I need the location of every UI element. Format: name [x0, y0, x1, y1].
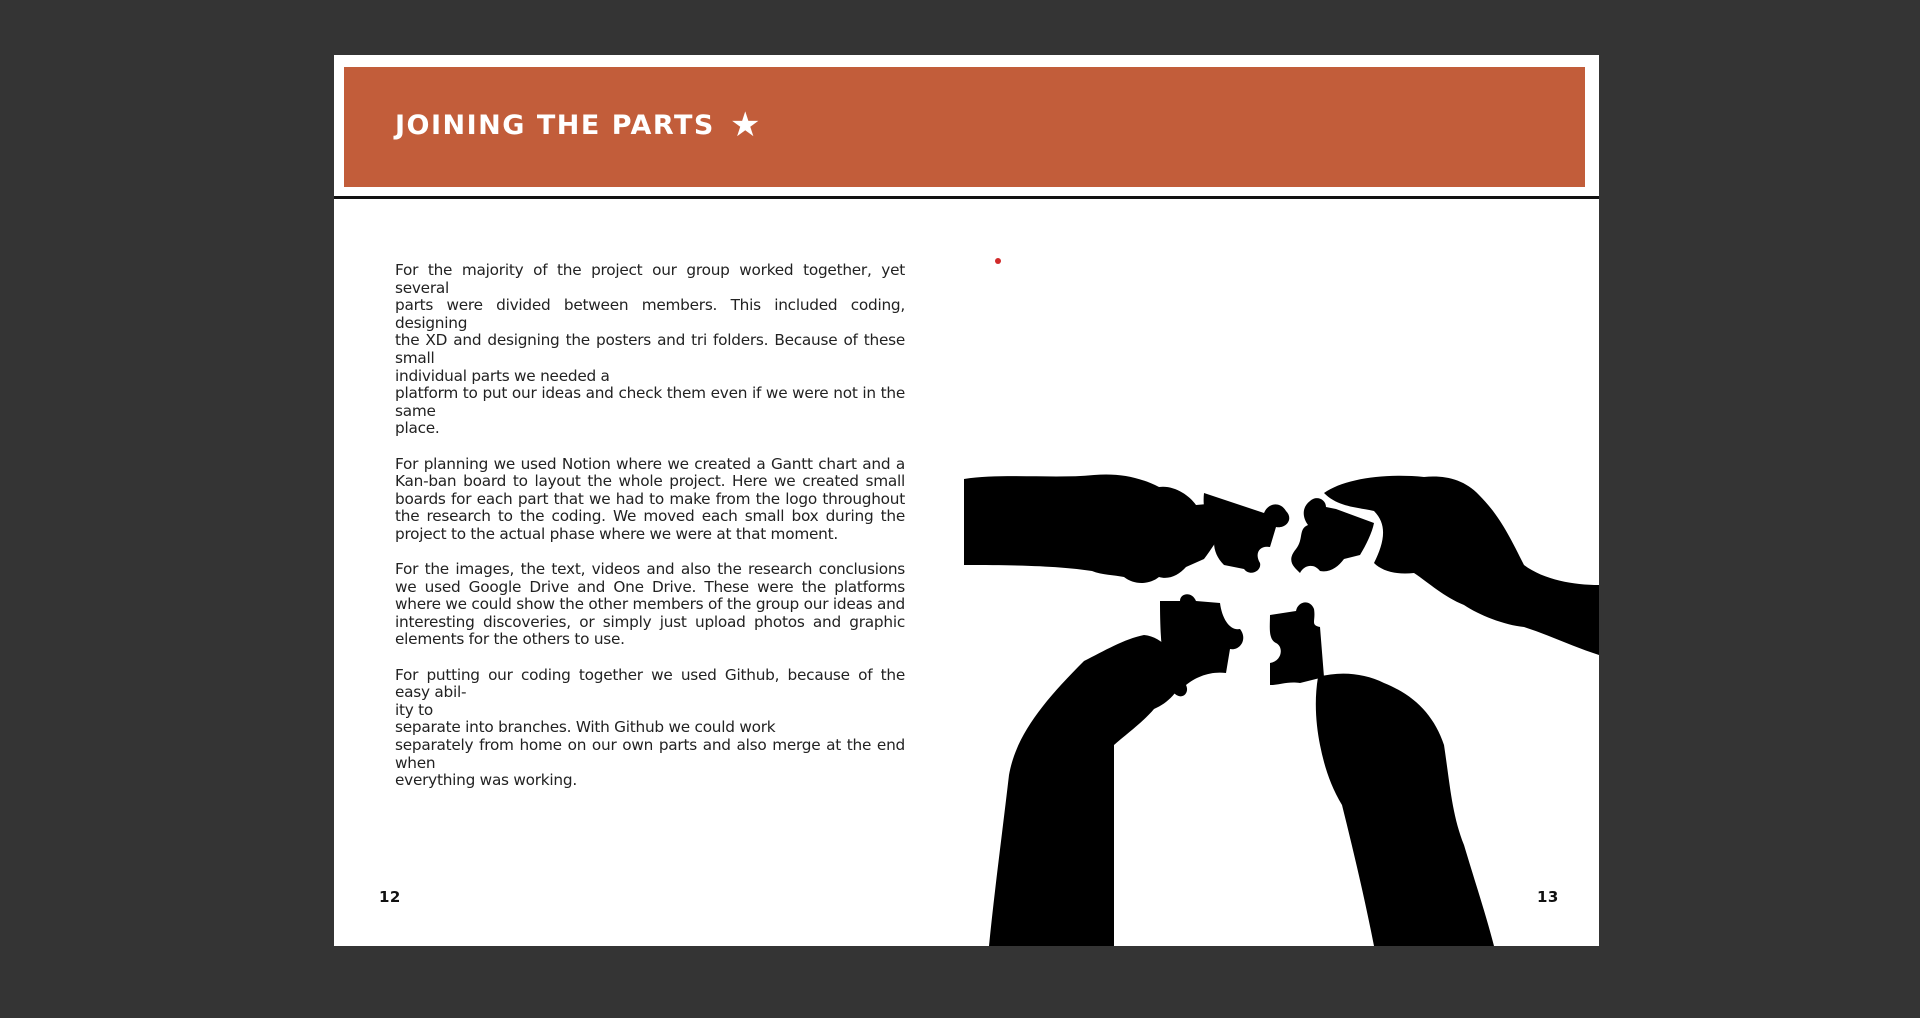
paragraph-2: For planning we used Notion where we cre…	[395, 454, 905, 543]
paragraph-1-line: parts were divided between members. This…	[395, 296, 905, 332]
paragraph-4-line: separately from home on our own parts an…	[395, 736, 905, 772]
puzzle-piece-top-right	[1291, 498, 1374, 573]
body-text: For the majority of the project our grou…	[395, 261, 905, 807]
paragraph-3: For the images, the text, videos and als…	[395, 560, 905, 649]
top-right-hand	[1324, 475, 1599, 655]
paragraph-4-line: ity to	[395, 700, 434, 719]
paragraph-1-line: For the majority of the project our grou…	[395, 261, 905, 297]
paragraph-4-line: For putting our coding together we used …	[395, 665, 905, 702]
paragraph-4-line: everything was working.	[395, 771, 577, 790]
page-title: JOINING THE PARTS	[395, 110, 715, 141]
paragraph-1-line: place.	[395, 419, 440, 438]
star-icon: ★	[730, 105, 761, 145]
paragraph-1-line: individual parts we needed a	[395, 366, 610, 385]
puzzle-hands-illustration	[964, 474, 1599, 946]
paragraph-1-line: the XD and designing the posters and tri…	[395, 331, 905, 367]
page-number-right: 13	[1537, 888, 1559, 906]
header-divider	[334, 196, 1599, 199]
paragraph-4-line: separate into branches. With Github we c…	[395, 718, 776, 737]
document-viewer: JOINING THE PARTS ★ For the majority of …	[0, 0, 1920, 1018]
bottom-left-hand	[989, 635, 1182, 946]
bottom-right-hand	[1315, 673, 1494, 946]
paragraph-1-line: platform to put our ideas and check them…	[395, 384, 905, 420]
red-dot-mark	[995, 258, 1001, 264]
page-number-left: 12	[379, 888, 401, 906]
paragraph-4: For putting our coding together we used …	[395, 665, 905, 790]
paragraph-1: For the majority of the project our grou…	[395, 261, 905, 438]
puzzle-piece-top-left	[1203, 493, 1290, 573]
puzzle-piece-bottom-right	[1269, 602, 1324, 685]
page-spread: JOINING THE PARTS ★ For the majority of …	[334, 55, 1599, 946]
top-left-hand	[964, 474, 1226, 583]
